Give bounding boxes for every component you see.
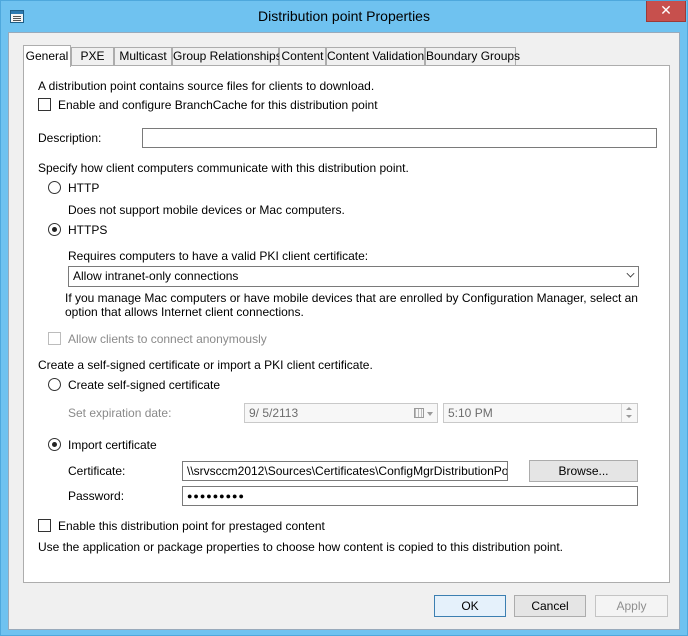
- pki-connection-dropdown[interactable]: Allow intranet-only connections: [68, 266, 639, 287]
- tab-content-validation[interactable]: Content Validation: [326, 47, 425, 66]
- ok-button[interactable]: OK: [434, 595, 506, 617]
- branchcache-checkbox[interactable]: [38, 98, 51, 111]
- mac-note: If you manage Mac computers or have mobi…: [65, 291, 638, 319]
- prestaged-label[interactable]: Enable this distribution point for prest…: [58, 519, 325, 533]
- https-radio[interactable]: [48, 223, 61, 236]
- anonymous-checkbox[interactable]: [48, 332, 61, 345]
- dialog-client-area: General PXE Multicast Group Relationship…: [8, 32, 680, 630]
- tab-general[interactable]: General: [23, 45, 71, 67]
- description-label: Description:: [38, 131, 102, 145]
- window-title: Distribution point Properties: [258, 8, 430, 24]
- tab-group-relationships[interactable]: Group Relationships: [172, 47, 282, 66]
- anonymous-label[interactable]: Allow clients to connect anonymously: [68, 332, 267, 346]
- tab-pxe[interactable]: PXE: [71, 47, 114, 66]
- http-radio[interactable]: [48, 181, 61, 194]
- prestaged-checkbox[interactable]: [38, 519, 51, 532]
- import-certificate-label[interactable]: Import certificate: [68, 438, 157, 452]
- description-input[interactable]: [142, 128, 657, 148]
- pki-label: Requires computers to have a valid PKI c…: [68, 249, 369, 263]
- prestaged-note: Use the application or package propertie…: [38, 540, 563, 554]
- selfsigned-radio[interactable]: [48, 378, 61, 391]
- intro-text: A distribution point contains source fil…: [38, 79, 375, 93]
- pki-connection-value: Allow intranet-only connections: [73, 269, 239, 283]
- tab-multicast[interactable]: Multicast: [114, 47, 172, 66]
- cancel-button[interactable]: Cancel: [514, 595, 586, 617]
- branchcache-label[interactable]: Enable and configure BranchCache for thi…: [58, 98, 378, 112]
- time-spinner[interactable]: [621, 404, 637, 422]
- calendar-icon: [414, 408, 424, 418]
- http-note: Does not support mobile devices or Mac c…: [68, 203, 345, 217]
- communicate-label: Specify how client computers communicate…: [38, 161, 409, 175]
- browse-button[interactable]: Browse...: [529, 460, 638, 482]
- close-button[interactable]: ✕: [646, 1, 686, 22]
- properties-window: Distribution point Properties ✕ General …: [0, 0, 688, 636]
- https-label[interactable]: HTTPS: [68, 223, 107, 237]
- apply-button[interactable]: Apply: [595, 595, 668, 617]
- password-label: Password:: [68, 489, 125, 503]
- chevron-down-icon: [626, 269, 635, 278]
- expiration-date-picker[interactable]: 9/ 5/2113: [244, 403, 438, 423]
- certificate-label: Certificate:: [68, 464, 126, 478]
- tab-boundary-groups[interactable]: Boundary Groups: [425, 47, 520, 66]
- chevron-down-icon: [427, 412, 433, 416]
- expiration-time-value: 5:10 PM: [448, 406, 493, 420]
- http-label[interactable]: HTTP: [68, 181, 99, 195]
- spin-down-icon: [626, 415, 632, 418]
- selfsigned-label[interactable]: Create self-signed certificate: [68, 378, 220, 392]
- cert-section-label: Create a self-signed certificate or impo…: [38, 358, 373, 372]
- general-tab-panel: A distribution point contains source fil…: [23, 65, 670, 583]
- expiration-time-picker[interactable]: 5:10 PM: [443, 403, 638, 423]
- expiration-date-value: 9/ 5/2113: [249, 406, 299, 420]
- tab-content[interactable]: Content: [279, 47, 326, 66]
- import-certificate-radio[interactable]: [48, 438, 61, 451]
- certificate-path-input[interactable]: \\srvsccm2012\Sources\Certificates\Confi…: [182, 461, 508, 481]
- password-input[interactable]: ●●●●●●●●●: [182, 486, 638, 506]
- title-bar[interactable]: Distribution point Properties ✕: [1, 1, 687, 32]
- spin-up-icon: [626, 407, 632, 410]
- expiration-label: Set expiration date:: [68, 406, 172, 420]
